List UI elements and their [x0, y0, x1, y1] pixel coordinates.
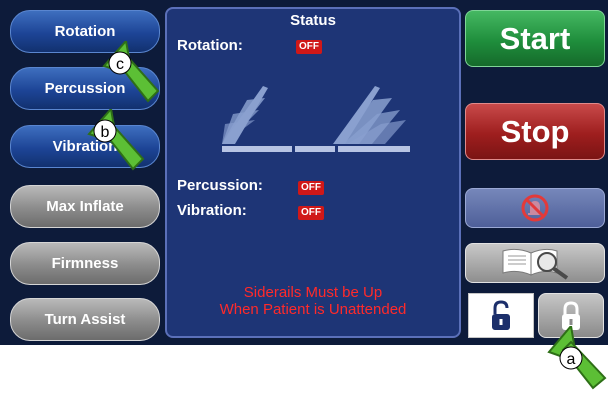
alarm-silence-button[interactable] — [465, 188, 605, 228]
turn-assist-button-label: Turn Assist — [44, 311, 126, 328]
rotation-button-label: Rotation — [54, 23, 116, 40]
firmness-button-label: Firmness — [51, 255, 119, 272]
vibration-status-badge: OFF — [298, 206, 324, 220]
callout-c-letter: c — [116, 56, 124, 73]
start-button[interactable]: Start — [465, 10, 605, 67]
manual-magnifier-icon — [502, 248, 569, 280]
start-button-label: Start — [499, 20, 571, 56]
turn-assist-button[interactable]: Turn Assist — [10, 298, 160, 341]
bed-rotation-graphic — [222, 86, 410, 152]
firmness-button[interactable]: Firmness — [10, 242, 160, 285]
callout-b-letter: b — [101, 124, 110, 141]
status-title: Status — [290, 12, 336, 29]
callout-a-letter: a — [567, 351, 576, 368]
unlocked-padlock-icon — [492, 299, 510, 330]
callout-arrow-a: a — [547, 326, 607, 390]
unlock-button[interactable] — [468, 293, 534, 338]
status-panel: Status Rotation: OFF Percussion: OFF Vib… — [165, 7, 461, 338]
manual-button[interactable] — [465, 243, 605, 283]
vibration-status-label: Vibration: — [177, 202, 247, 219]
max-inflate-button[interactable]: Max Inflate — [10, 185, 160, 228]
stop-button-label: Stop — [500, 113, 570, 149]
percussion-status-badge: OFF — [298, 181, 324, 195]
rotation-status-label: Rotation: — [177, 37, 243, 54]
percussion-status-label: Percussion: — [177, 177, 263, 194]
alarm-silenced-icon — [521, 194, 549, 222]
siderail-warning-line2: When Patient is Unattended — [219, 301, 407, 318]
siderail-warning-line1: Siderails Must be Up — [243, 284, 383, 301]
stop-button[interactable]: Stop — [465, 103, 605, 160]
callout-arrow-c: c — [102, 41, 160, 103]
rotation-status-badge: OFF — [296, 40, 322, 54]
max-inflate-button-label: Max Inflate — [46, 198, 124, 215]
callout-arrow-b: b — [87, 109, 145, 171]
